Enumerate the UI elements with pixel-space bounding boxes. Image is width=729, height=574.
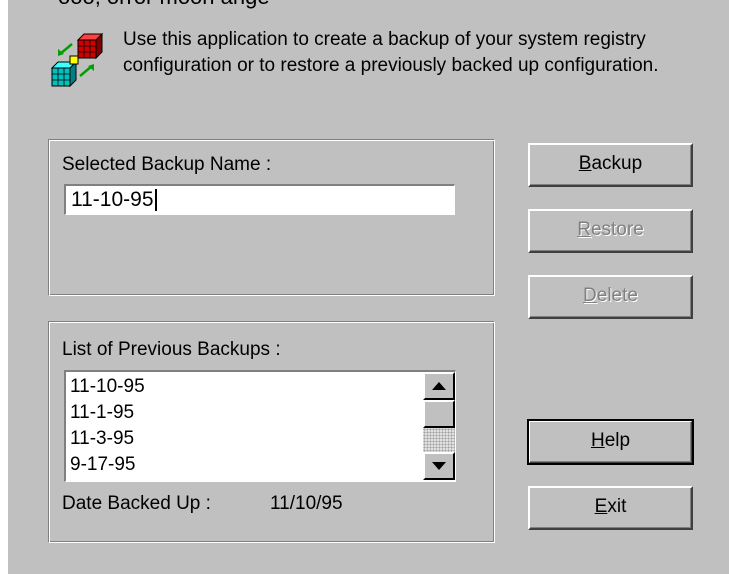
backup-button[interactable]: Backup	[528, 143, 693, 187]
delete-button[interactable]: Delete	[528, 275, 693, 319]
scroll-thumb[interactable]	[423, 400, 455, 428]
help-button[interactable]: Help	[527, 419, 694, 465]
exit-accelerator: E	[594, 496, 608, 517]
scroll-track[interactable]	[423, 428, 455, 452]
scroll-up-button[interactable]	[423, 372, 455, 400]
backup-name-input[interactable]: 11-10-95	[64, 184, 455, 215]
help-accelerator: H	[590, 430, 605, 451]
restore-label-rest: estore	[590, 219, 644, 240]
backup-name-value: 11-10-95	[71, 188, 154, 211]
list-vertical-scrollbar[interactable]	[423, 372, 455, 480]
cut-off-title-text: ooo, orror moon ange	[58, 0, 270, 10]
intro-line-1: Use this application to create a backup …	[123, 29, 646, 50]
intro-line-2: configuration or to restore a previously…	[123, 55, 659, 76]
restore-accelerator: R	[577, 219, 591, 240]
selected-backup-label: Selected Backup Name :	[62, 154, 272, 175]
exit-button[interactable]: Exit	[528, 486, 693, 530]
scroll-down-button[interactable]	[423, 452, 455, 480]
previous-backups-list[interactable]: 11-10-95 11-1-95 11-3-95 9-17-95	[64, 370, 456, 482]
previous-backups-label: List of Previous Backups :	[62, 339, 281, 360]
delete-label-rest: elete	[596, 285, 638, 306]
text-caret	[154, 189, 157, 212]
delete-accelerator: D	[583, 285, 597, 306]
help-label-rest: elp	[604, 430, 631, 451]
list-item[interactable]: 11-1-95	[70, 400, 415, 426]
triangle-up-icon	[432, 382, 446, 390]
backup-accelerator: B	[578, 153, 592, 174]
list-item[interactable]: 11-10-95	[70, 374, 415, 400]
list-item[interactable]: 11-3-95	[70, 426, 415, 452]
restore-button[interactable]: Restore	[528, 209, 693, 253]
intro-text: Use this application to create a backup …	[123, 27, 723, 79]
date-backed-up-value: 11/10/95	[270, 493, 343, 514]
date-backed-up-label: Date Backed Up :	[62, 493, 211, 514]
registry-backup-app-icon	[50, 32, 104, 88]
triangle-down-icon	[432, 462, 446, 470]
backup-label-rest: ackup	[591, 153, 643, 174]
exit-label-rest: xit	[607, 496, 627, 517]
list-item[interactable]: 9-17-95	[70, 452, 415, 478]
registry-backup-dialog: ooo, orror moon ange U	[8, 0, 729, 574]
